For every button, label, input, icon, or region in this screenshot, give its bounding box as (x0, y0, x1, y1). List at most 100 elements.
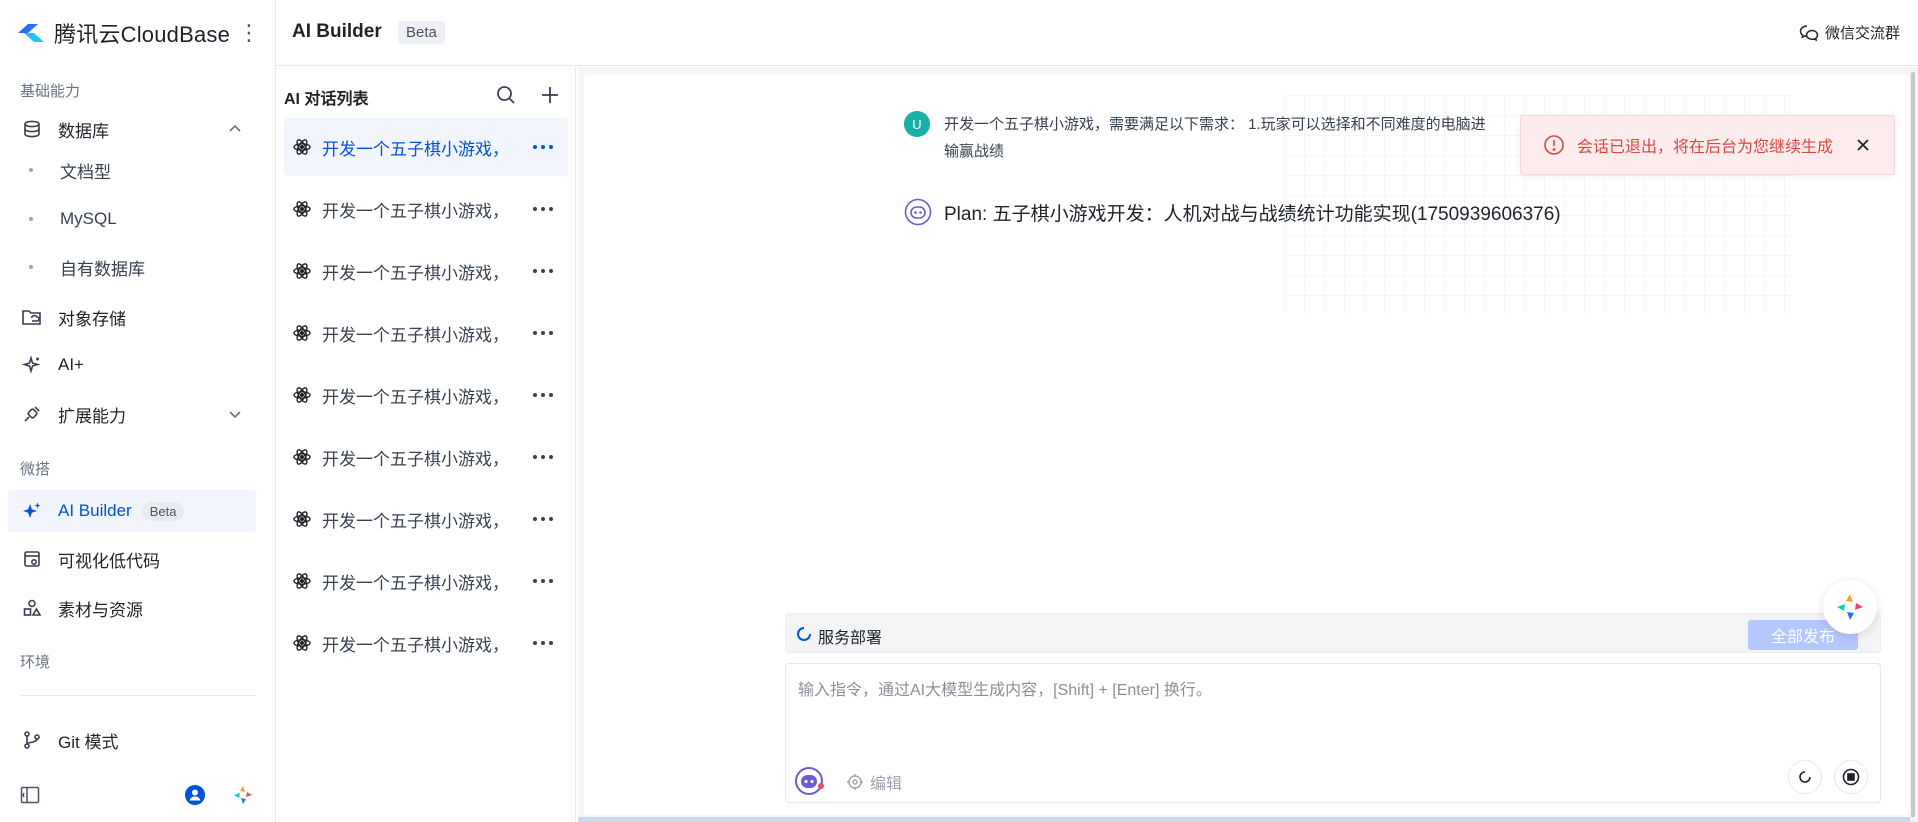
user-avatar: U (904, 111, 930, 137)
sidebar-divider (20, 695, 256, 696)
user-message: U 开发一个五子棋小游戏，需要满足以下需求： 1.玩家可以选择和不同难度的电脑进… (904, 111, 1604, 165)
sidebar-item-ai-plus[interactable]: AI+ (8, 344, 256, 386)
conversation-title: 开发一个五子棋小游戏， (322, 387, 509, 407)
sidebar-footer (0, 780, 276, 810)
sidebar-item-label: 数据库 (58, 121, 109, 141)
edit-button[interactable]: 编辑 (846, 770, 902, 794)
folder-cloud-icon (20, 305, 44, 329)
atom-icon (293, 573, 311, 589)
sidebar-subitem-document[interactable]: 文档型 (8, 150, 256, 190)
edit-label: 编辑 (870, 776, 903, 793)
sidebar-item-assets[interactable]: 素材与资源 (8, 587, 256, 629)
more-horizontal-icon[interactable] (530, 135, 556, 159)
user-message-line: 开发一个五子棋小游戏，需要满足以下需求： 1.玩家可以选择和不同难度的电脑进 (944, 116, 1486, 133)
scrollbar-thumb[interactable] (1911, 72, 1915, 817)
more-horizontal-icon[interactable] (530, 569, 556, 593)
toast-message: 会话已退出，将在后台为您继续生成 (1577, 139, 1834, 156)
sidebar-item-lowcode[interactable]: 可视化低代码 (8, 538, 256, 580)
user-message-line: 输赢战绩 (944, 143, 1005, 160)
more-horizontal-icon[interactable] (530, 445, 556, 469)
conversation-list: AI 对话列表 开发一个五子棋小游戏， 开发一个五子棋小游戏， 开发一个五子棋小游戏… (276, 67, 576, 822)
plan-message[interactable]: Plan: 五子棋小游戏开发：人机对战与战绩统计功能实现(17509396063… (904, 198, 1561, 226)
user-avatar-icon[interactable] (184, 784, 206, 806)
conversation-item[interactable]: 开发一个五子棋小游戏， (284, 366, 568, 424)
sidebar-subitem-mysql[interactable]: MySQL (8, 199, 256, 239)
sidebar-item-ai-builder[interactable]: AI Builder Beta (8, 490, 256, 532)
brand[interactable]: 腾讯云CloudBase (16, 18, 230, 48)
sidebar-subitem-label: MySQL (60, 209, 117, 228)
conversation-item[interactable]: 开发一个五子棋小游戏， (284, 118, 568, 176)
conversation-item[interactable]: 开发一个五子棋小游戏， (284, 304, 568, 362)
more-vertical-icon[interactable]: ⋮ (238, 20, 260, 46)
sidebar-item-object-storage[interactable]: 对象存储 (8, 296, 256, 338)
sidebar-subitem-label: 自有数据库 (60, 259, 145, 279)
sidebar-item-database[interactable]: 数据库 (8, 108, 256, 150)
sidebar-item-label: 素材与资源 (58, 600, 143, 620)
stop-button[interactable] (1834, 760, 1868, 794)
refresh-button[interactable] (1788, 760, 1822, 794)
target-icon (847, 774, 863, 790)
app-root: 腾讯云CloudBase ⋮ 基础能力 数据库 文档型 MySQL 自有数据库 (0, 0, 1918, 822)
conversation-title: 开发一个五子棋小游戏， (322, 201, 509, 221)
conversation-item[interactable]: 开发一个五子棋小游戏， (284, 490, 568, 548)
search-icon[interactable] (494, 83, 518, 107)
colorful-logo-icon (1837, 594, 1863, 620)
atom-icon (293, 635, 311, 651)
conversation-title: 开发一个五子棋小游戏， (322, 511, 509, 531)
conversation-item[interactable]: 开发一个五子棋小游戏， (284, 614, 568, 672)
more-horizontal-icon[interactable] (530, 259, 556, 283)
conversation-item[interactable]: 开发一个五子棋小游戏， (284, 552, 568, 610)
sidebar-item-label: Git 模式 (58, 732, 119, 752)
group-label-weida: 微搭 (20, 461, 51, 478)
atom-icon (293, 201, 311, 217)
lowcode-icon (20, 547, 44, 571)
close-icon[interactable] (1854, 136, 1872, 154)
more-horizontal-icon[interactable] (530, 631, 556, 655)
cloudbase-logo-icon (18, 24, 44, 42)
chevron-up-icon[interactable] (226, 120, 244, 138)
shapes-icon (20, 596, 44, 620)
more-horizontal-icon[interactable] (530, 321, 556, 345)
sidebar-item-git-mode[interactable]: Git 模式 (8, 719, 256, 761)
chat-input-placeholder[interactable]: 输入指令，通过AI大模型生成内容，[Shift] + [Enter] 换行。 (798, 676, 1212, 700)
chevron-down-icon[interactable] (226, 405, 244, 423)
bottom-scrollbar[interactable] (578, 817, 1910, 822)
chat-input-box[interactable]: 输入指令，通过AI大模型生成内容，[Shift] + [Enter] 换行。 编… (785, 663, 1881, 803)
stop-icon (1842, 768, 1860, 786)
extension-icon (20, 402, 44, 426)
more-horizontal-icon[interactable] (530, 383, 556, 407)
conversation-item[interactable]: 开发一个五子棋小游戏， (284, 428, 568, 486)
collapse-sidebar-icon[interactable] (20, 786, 40, 804)
add-conversation-icon[interactable] (538, 83, 562, 107)
deploy-status-bar: 服务部署 全部发布 (785, 613, 1881, 653)
wechat-group-link[interactable]: 微信交流群 (1799, 22, 1900, 43)
sidebar-subitem-own-database[interactable]: 自有数据库 (8, 247, 256, 287)
sidebar-item-label: 扩展能力 (58, 406, 126, 426)
ai-bot-icon[interactable] (794, 766, 824, 796)
sparkle-icon (20, 353, 44, 377)
sidebar-item-label: 可视化低代码 (58, 551, 160, 571)
loading-spinner-icon (797, 627, 811, 641)
more-horizontal-icon[interactable] (530, 197, 556, 221)
sidebar-item-extension[interactable]: 扩展能力 (8, 393, 256, 435)
top-header: AI Builder Beta 微信交流群 (276, 0, 1918, 66)
error-toast: 会话已退出，将在后台为您继续生成 (1520, 115, 1895, 175)
colorful-logo-icon[interactable] (232, 784, 254, 806)
sidebar-subitem-label: 文档型 (60, 162, 111, 182)
conversation-item[interactable]: 开发一个五子棋小游戏， (284, 242, 568, 300)
more-horizontal-icon[interactable] (530, 507, 556, 531)
brand-name: 腾讯云CloudBase (54, 22, 231, 47)
conversation-item[interactable]: 开发一个五子棋小游戏， (284, 180, 568, 238)
conversation-title: 开发一个五子棋小游戏， (322, 635, 509, 655)
conversation-title: 开发一个五子棋小游戏， (322, 139, 509, 159)
group-label-base: 基础能力 (20, 83, 81, 100)
bullet-dot (29, 217, 33, 221)
user-message-text: 开发一个五子棋小游戏，需要满足以下需求： 1.玩家可以选择和不同难度的电脑进 输… (944, 111, 1604, 165)
floating-assistant-button[interactable] (1823, 580, 1877, 634)
atom-icon (293, 449, 311, 465)
git-branch-icon (20, 728, 44, 752)
sidebar-item-label: AI Builder (58, 501, 132, 520)
ai-sparkle-icon (20, 499, 44, 523)
conversation-title: 开发一个五子棋小游戏， (322, 573, 509, 593)
refresh-icon (1799, 771, 1811, 783)
